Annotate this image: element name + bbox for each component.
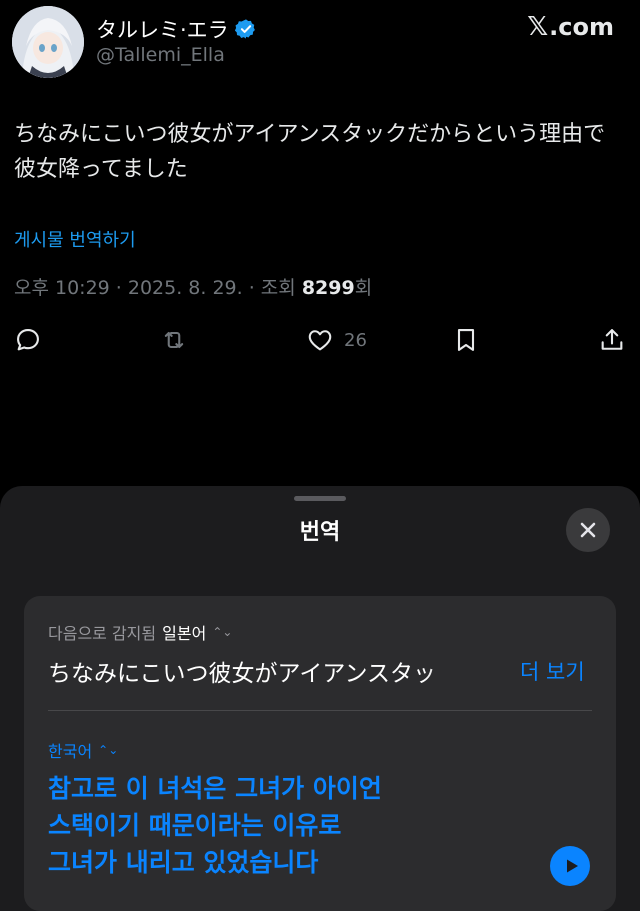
verified-badge-icon <box>234 19 255 39</box>
retweet-icon <box>164 331 184 349</box>
reply-button[interactable] <box>14 320 42 360</box>
target-language: 한국어 <box>48 742 93 761</box>
share-button[interactable] <box>598 320 626 360</box>
close-button[interactable] <box>566 508 610 552</box>
source-text-fade <box>424 650 494 686</box>
tweet-text: ちなみにこいつ彼女がアイアンスタックだからという理由で彼女降ってました <box>14 122 606 182</box>
like-count: 26 <box>344 329 367 351</box>
share-icon <box>601 329 623 350</box>
source-language: 일본어 <box>162 624 207 643</box>
user-handle[interactable]: @Tallemi_Ella <box>96 44 225 66</box>
source-language-selector[interactable]: 다음으로 감지됨 일본어 ⌃⌄ <box>48 620 232 644</box>
like-button[interactable]: 26 <box>306 320 367 360</box>
x-watermark: 𝕏 .com <box>527 12 614 42</box>
display-name[interactable]: タルレミ·エラ <box>96 14 257 44</box>
bookmark-button[interactable] <box>452 320 480 360</box>
target-language-selector[interactable]: 한국어 ⌃⌄ <box>48 738 118 762</box>
divider <box>48 710 592 711</box>
sheet-title: 번역 <box>299 520 341 545</box>
sheet-grabber-handle[interactable] <box>294 496 346 501</box>
x-logo-icon: 𝕏 <box>527 12 549 42</box>
translate-sheet: 번역 다음으로 감지됨 일본어 ⌃⌄ ちなみにこいつ彼女がアイアンスタッ 더 보… <box>0 486 640 911</box>
tweet-meta: 오후 10:29 · 2025. 8. 29. · 조회 8299회 <box>14 273 372 300</box>
source-text: ちなみにこいつ彼女がアイアンスタッ <box>48 661 437 687</box>
chevron-updown-icon: ⌃⌄ <box>98 743 119 757</box>
detected-label: 다음으로 감지됨 <box>48 624 157 643</box>
view-count: 8299 <box>301 277 355 299</box>
play-button[interactable] <box>550 846 590 886</box>
reply-icon <box>17 329 39 351</box>
translate-post-link[interactable]: 게시물 번역하기 <box>14 226 136 252</box>
display-name-text: タルレミ·エラ <box>96 18 229 42</box>
translated-text-line: 스택이기 때문이라는 이유로 <box>48 811 342 840</box>
show-more-button[interactable]: 더 보기 <box>520 656 585 686</box>
avatar-image <box>12 6 84 78</box>
bookmark-icon <box>457 329 475 351</box>
play-icon <box>566 859 578 873</box>
tweet-actions: 26 <box>0 320 640 360</box>
translated-text-line: 그녀가 내리고 있었습니다 <box>48 848 319 877</box>
heart-icon <box>308 330 332 351</box>
avatar[interactable] <box>12 6 84 78</box>
translated-text-line: 참고로 이 녀석은 그녀가 아이언 <box>48 774 382 803</box>
close-icon <box>580 522 596 538</box>
translated-text: 참고로 이 녀석은 그녀가 아이언 스택이기 때문이라는 이유로 그녀가 내리고… <box>48 770 478 881</box>
view-suffix: 회 <box>354 277 373 299</box>
x-watermark-text: .com <box>549 13 614 41</box>
translation-card: 다음으로 감지됨 일본어 ⌃⌄ ちなみにこいつ彼女がアイアンスタッ 더 보기 한… <box>24 596 616 911</box>
retweet-button[interactable] <box>160 320 188 360</box>
chevron-updown-icon: ⌃⌄ <box>212 625 233 639</box>
tweet-timestamp: 오후 10:29 · 2025. 8. 29. · 조회 <box>14 277 302 299</box>
